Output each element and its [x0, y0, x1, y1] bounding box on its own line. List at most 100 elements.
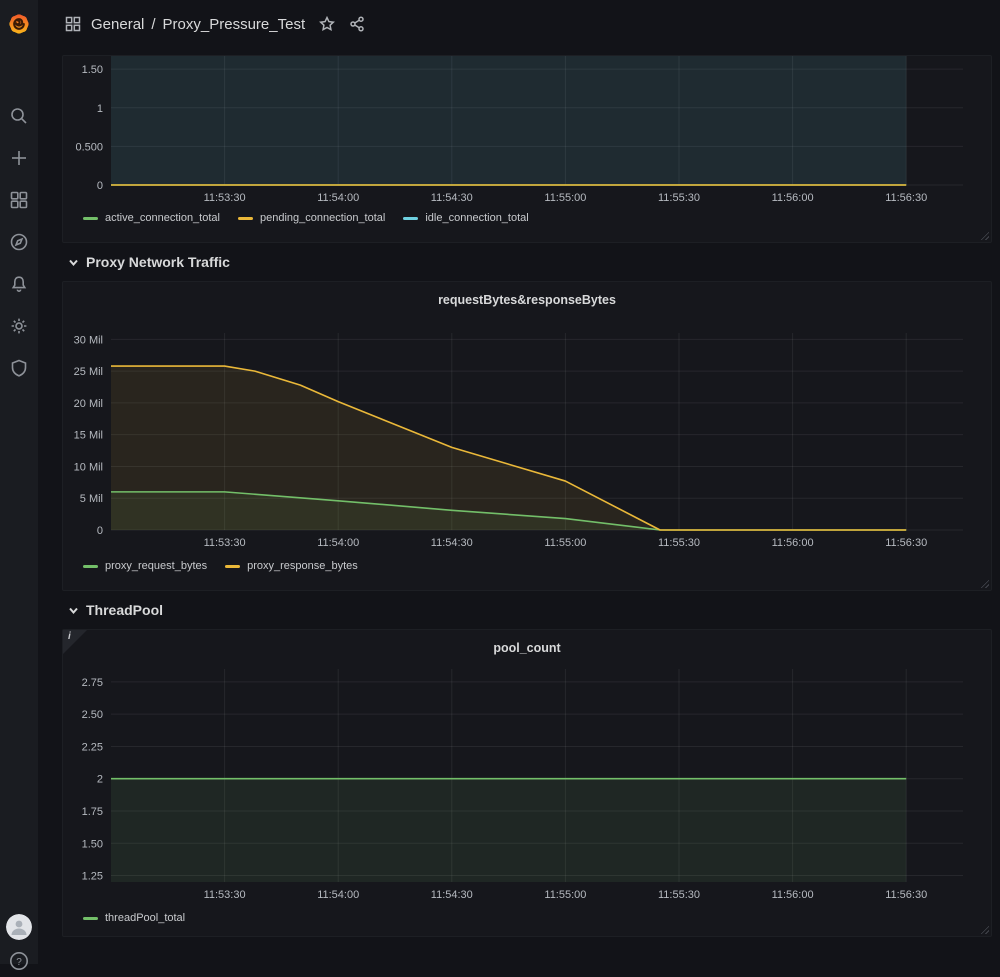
- legend-item-threadPool_total[interactable]: threadPool_total: [83, 912, 185, 924]
- svg-text:11:56:00: 11:56:00: [772, 537, 814, 549]
- legend-swatch: [83, 565, 98, 568]
- legend-swatch: [238, 217, 253, 220]
- legend-swatch: [83, 917, 98, 920]
- svg-text:11:56:30: 11:56:30: [885, 192, 927, 204]
- chevron-down-icon: [68, 257, 79, 268]
- svg-text:11:55:00: 11:55:00: [544, 889, 586, 901]
- settings-gear-icon[interactable]: [9, 316, 29, 336]
- svg-text:11:55:00: 11:55:00: [544, 537, 586, 549]
- svg-text:11:54:00: 11:54:00: [317, 889, 359, 901]
- svg-text:11:54:30: 11:54:30: [431, 889, 473, 901]
- svg-text:10 Mil: 10 Mil: [74, 461, 103, 473]
- svg-text:1: 1: [97, 103, 103, 115]
- star-icon[interactable]: [319, 16, 335, 32]
- svg-text:11:53:30: 11:53:30: [204, 889, 246, 901]
- shield-icon[interactable]: [9, 358, 29, 378]
- svg-text:11:56:30: 11:56:30: [885, 537, 927, 549]
- sidebar-bottom: ?: [0, 914, 38, 972]
- svg-text:11:56:00: 11:56:00: [772, 192, 814, 204]
- legend-item-proxy_response_bytes[interactable]: proxy_response_bytes: [225, 560, 358, 572]
- help-icon[interactable]: ?: [8, 950, 30, 972]
- svg-text:25 Mil: 25 Mil: [74, 366, 103, 378]
- svg-text:11:55:30: 11:55:30: [658, 889, 700, 901]
- breadcrumb-separator: /: [151, 16, 155, 33]
- grafana-flame-icon: [6, 11, 32, 37]
- breadcrumb[interactable]: General / Proxy_Pressure_Test: [91, 16, 305, 33]
- svg-text:30 Mil: 30 Mil: [74, 334, 103, 346]
- svg-text:11:55:30: 11:55:30: [658, 192, 700, 204]
- svg-text:15 Mil: 15 Mil: [74, 430, 103, 442]
- legend-swatch: [225, 565, 240, 568]
- user-avatar[interactable]: [6, 914, 32, 940]
- legend-item-active_connection_total[interactable]: active_connection_total: [83, 212, 220, 224]
- legend-label: active_connection_total: [105, 212, 220, 224]
- svg-text:11:54:00: 11:54:00: [317, 537, 359, 549]
- chart-pool[interactable]: 1.25 1.50 1.75 2 2.25 2.50 2.75 11:53:30 11:54:0…: [63, 664, 991, 908]
- legend-swatch: [83, 217, 98, 220]
- svg-text:11:54:30: 11:54:30: [431, 192, 473, 204]
- svg-text:11:56:30: 11:56:30: [885, 889, 927, 901]
- legend-pool: threadPool_total: [63, 908, 991, 932]
- chart-connections[interactable]: 0 0.500 1 1.50 11:53:30 11:54:00 11:54:30 11:55…: [63, 56, 991, 208]
- svg-text:0: 0: [97, 525, 103, 537]
- svg-text:11:55:30: 11:55:30: [658, 537, 700, 549]
- legend-label: idle_connection_total: [425, 212, 528, 224]
- panel-request-response-bytes: requestBytes&responseBytes 0 5 Mil 10 Mil 1…: [62, 281, 992, 591]
- legend-item-pending_connection_total[interactable]: pending_connection_total: [238, 212, 385, 224]
- svg-text:0.500: 0.500: [75, 141, 103, 153]
- svg-text:0: 0: [97, 180, 103, 192]
- svg-text:11:53:30: 11:53:30: [204, 537, 246, 549]
- svg-text:20 Mil: 20 Mil: [74, 398, 103, 410]
- top-navbar: General / Proxy_Pressure_Test: [38, 0, 1000, 48]
- legend-label: proxy_response_bytes: [247, 560, 358, 572]
- chevron-down-icon: [68, 605, 79, 616]
- svg-text:11:54:00: 11:54:00: [317, 192, 359, 204]
- svg-text:?: ?: [16, 957, 22, 968]
- explore-compass-icon[interactable]: [9, 232, 29, 252]
- breadcrumb-folder[interactable]: General: [91, 16, 144, 33]
- share-icon[interactable]: [349, 16, 365, 32]
- svg-text:11:55:00: 11:55:00: [544, 192, 586, 204]
- legend-bytes: proxy_request_bytes proxy_response_bytes: [63, 556, 991, 580]
- legend-swatch: [403, 217, 418, 220]
- legend-item-idle_connection_total[interactable]: idle_connection_total: [403, 212, 528, 224]
- sidebar-menu: [9, 106, 29, 378]
- dashboards-icon[interactable]: [9, 190, 29, 210]
- svg-text:1.25: 1.25: [82, 871, 103, 883]
- section-title: Proxy Network Traffic: [86, 254, 230, 270]
- panel-pool-count: i pool_count 1.25 1.50 1.75 2 2.25 2.50 2.75 11…: [62, 629, 992, 937]
- svg-text:2.25: 2.25: [82, 741, 103, 753]
- plus-icon[interactable]: [9, 148, 29, 168]
- svg-text:1.75: 1.75: [82, 806, 103, 818]
- sidebar: ?: [0, 0, 38, 964]
- info-icon: i: [68, 631, 71, 642]
- legend-label: pending_connection_total: [260, 212, 385, 224]
- search-icon[interactable]: [9, 106, 29, 126]
- legend-connections: active_connection_total pending_connectio…: [63, 208, 991, 232]
- panel-title[interactable]: pool_count: [63, 630, 991, 664]
- section-proxy-network-traffic[interactable]: Proxy Network Traffic: [62, 243, 992, 281]
- svg-text:1.50: 1.50: [82, 838, 103, 850]
- svg-text:11:56:00: 11:56:00: [772, 889, 814, 901]
- svg-text:2.75: 2.75: [82, 677, 103, 689]
- svg-text:11:53:30: 11:53:30: [204, 192, 246, 204]
- legend-label: threadPool_total: [105, 912, 185, 924]
- dashboard-canvas: 0 0.500 1 1.50 11:53:30 11:54:00 11:54:30 11:55…: [38, 48, 1000, 964]
- legend-label: proxy_request_bytes: [105, 560, 207, 572]
- panel-info-corner[interactable]: i: [63, 630, 87, 654]
- svg-text:2.50: 2.50: [82, 709, 103, 721]
- breadcrumb-dashboard-title: Proxy_Pressure_Test: [163, 16, 306, 33]
- svg-text:2: 2: [97, 774, 103, 786]
- chart-bytes[interactable]: 0 5 Mil 10 Mil 15 Mil 20 Mil 25 Mil 30 Mil 11:5…: [63, 316, 991, 556]
- panel-title[interactable]: requestBytes&responseBytes: [63, 282, 991, 316]
- svg-text:11:54:30: 11:54:30: [431, 537, 473, 549]
- svg-text:1.50: 1.50: [82, 64, 103, 76]
- avatar-icon: [6, 914, 32, 940]
- panel-connections: 0 0.500 1 1.50 11:53:30 11:54:00 11:54:30 11:55…: [62, 55, 992, 243]
- dashboard-grid-icon: [65, 16, 81, 32]
- svg-text:5 Mil: 5 Mil: [80, 493, 103, 505]
- section-threadpool[interactable]: ThreadPool: [62, 591, 992, 629]
- legend-item-proxy_request_bytes[interactable]: proxy_request_bytes: [83, 560, 207, 572]
- alerting-bell-icon[interactable]: [9, 274, 29, 294]
- grafana-logo[interactable]: [0, 0, 38, 48]
